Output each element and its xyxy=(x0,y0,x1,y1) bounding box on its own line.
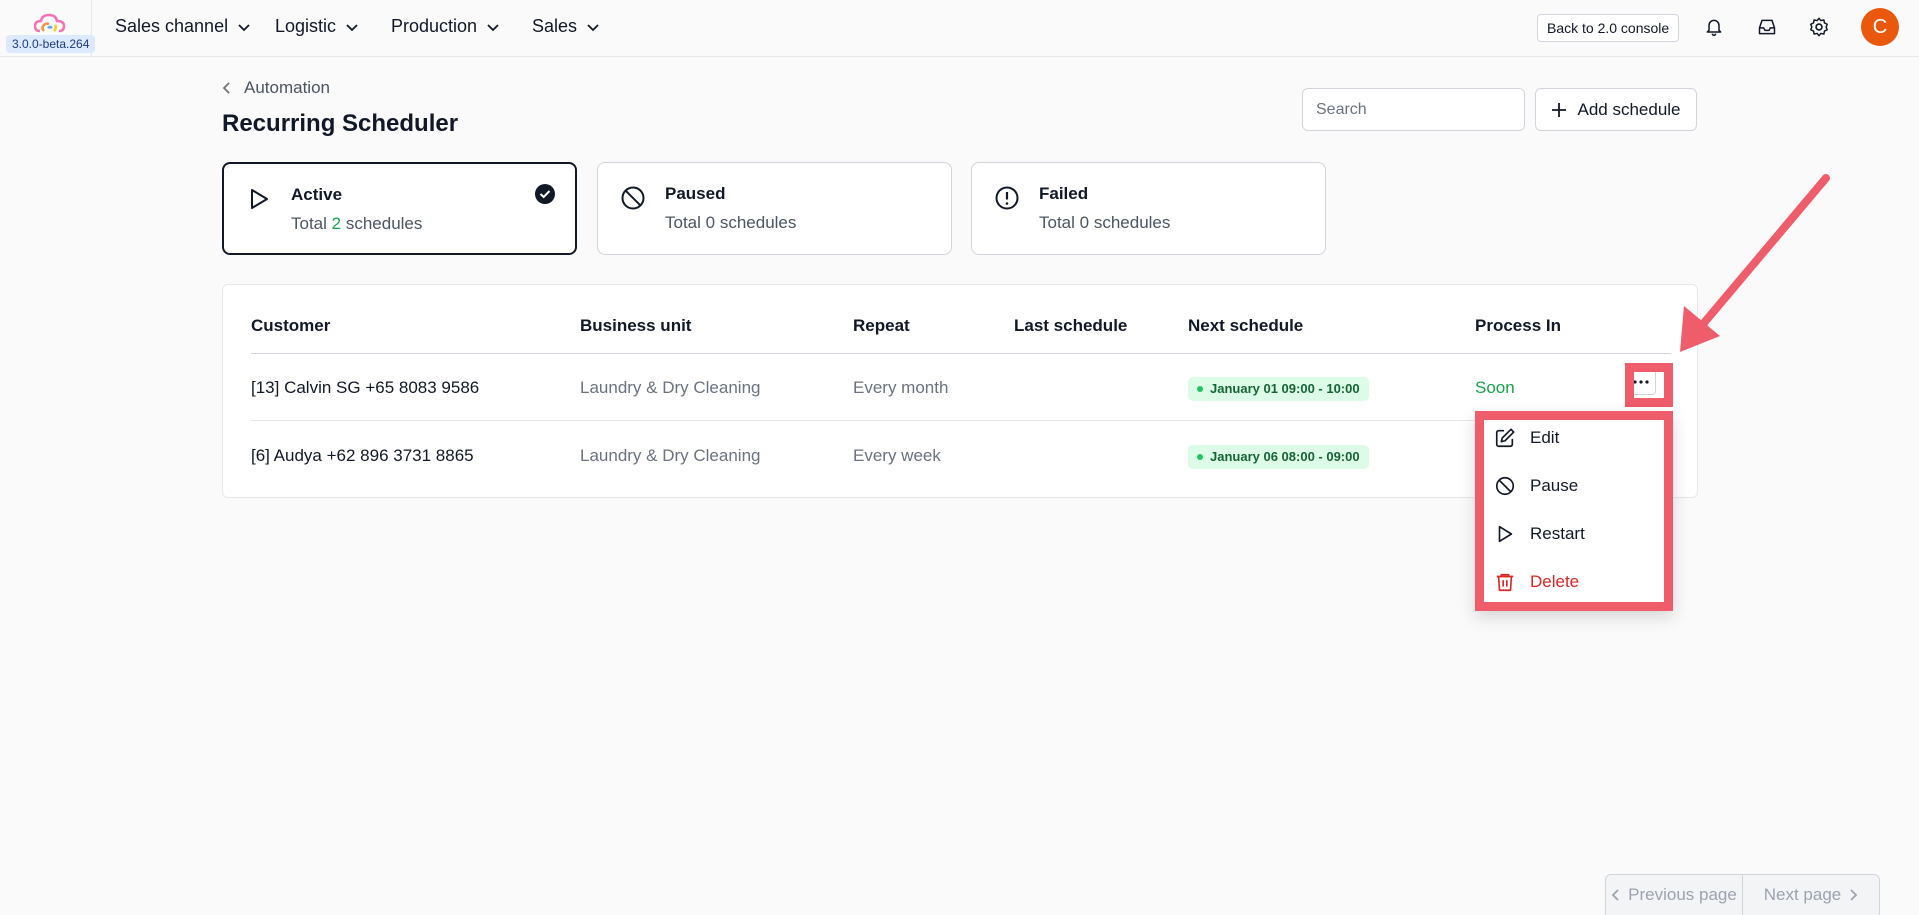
user-avatar[interactable]: C xyxy=(1861,8,1899,46)
back-to-console-button[interactable]: Back to 2.0 console xyxy=(1537,14,1680,42)
nav-menu-production[interactable]: Production xyxy=(391,16,501,37)
chevron-down-icon xyxy=(238,23,250,31)
menu-item-restart[interactable]: Restart xyxy=(1494,523,1585,545)
status-card-title: Active xyxy=(291,185,343,204)
play-icon xyxy=(1498,525,1513,543)
next-schedule-badge: January 01 09:00 - 10:00 xyxy=(1188,377,1369,401)
schedule-count: 0 xyxy=(1079,213,1090,232)
page-title: Recurring Scheduler xyxy=(222,110,459,137)
play-icon xyxy=(251,189,268,209)
table-cell-business-unit: Laundry & Dry Cleaning xyxy=(580,378,761,397)
status-card-title: Paused xyxy=(665,184,726,203)
chevron-left-icon xyxy=(1611,889,1619,901)
column-header-repeat[interactable]: Repeat xyxy=(853,316,910,336)
table-cell-customer[interactable]: [13] Calvin SG +65 8083 9586 xyxy=(251,378,479,398)
previous-page-label: Previous page xyxy=(1628,885,1737,904)
status-card-failed[interactable]: Failed Total 0 schedules xyxy=(971,162,1326,255)
row-actions-menu: Edit Pause Restart Delete xyxy=(1475,411,1673,611)
edit-icon xyxy=(1495,428,1515,448)
bell-icon xyxy=(1706,19,1722,37)
nav-menu-label: Production xyxy=(391,16,478,36)
top-navigation: 3.0.0-beta.264 Sales channel Logistic Pr… xyxy=(0,0,1919,57)
previous-page-button[interactable]: Previous page xyxy=(1606,875,1742,915)
highlight-frame-actions xyxy=(1625,363,1673,407)
status-card-title: Failed xyxy=(1039,184,1089,203)
menu-item-pause[interactable]: Pause xyxy=(1494,475,1578,497)
column-header-business-unit[interactable]: Business unit xyxy=(580,316,691,336)
status-card-count: Total 0 schedules xyxy=(1039,213,1171,232)
breadcrumb[interactable]: Automation xyxy=(222,78,330,98)
nav-menu-logistic[interactable]: Logistic xyxy=(275,16,360,37)
menu-item-edit[interactable]: Edit xyxy=(1494,427,1559,449)
status-card-count: Total 2 schedules xyxy=(291,214,423,233)
trash-icon xyxy=(1496,573,1514,592)
notifications-button[interactable] xyxy=(1702,15,1726,39)
nav-menu-sales-channel[interactable]: Sales channel xyxy=(115,16,252,37)
ban-icon xyxy=(1495,476,1515,496)
chevron-down-icon xyxy=(587,23,599,31)
table-cell-repeat: Every month xyxy=(853,378,949,397)
table-cell-repeat: Every week xyxy=(853,446,941,465)
column-header-last-schedule[interactable]: Last schedule xyxy=(1014,316,1127,336)
app-logo[interactable]: 3.0.0-beta.264 xyxy=(6,8,96,53)
search-input[interactable] xyxy=(1302,88,1525,131)
menu-item-label: Delete xyxy=(1530,572,1580,591)
nav-menu-label: Sales xyxy=(532,16,578,36)
cloud-logo-icon xyxy=(34,13,66,33)
table-header-divider xyxy=(251,353,1671,354)
menu-item-label: Pause xyxy=(1530,476,1579,495)
menu-item-delete[interactable]: Delete xyxy=(1494,571,1579,593)
nav-menu-label: Sales channel xyxy=(115,16,229,36)
add-schedule-button[interactable]: Add schedule xyxy=(1535,88,1697,131)
settings-button[interactable] xyxy=(1807,15,1831,39)
schedule-count: 2 xyxy=(331,214,342,233)
plus-icon xyxy=(1552,102,1567,117)
chevron-left-icon xyxy=(222,82,230,94)
inbox-icon xyxy=(1758,19,1776,35)
nav-divider xyxy=(91,0,92,57)
alert-circle-icon xyxy=(995,186,1019,210)
chevron-down-icon xyxy=(346,23,358,31)
breadcrumb-label: Automation xyxy=(244,78,330,97)
pagination: Previous page Next page xyxy=(1605,874,1880,915)
annotation-arrow-icon xyxy=(1680,174,1830,352)
column-header-customer[interactable]: Customer xyxy=(251,316,330,336)
check-circle-icon xyxy=(535,184,555,204)
chevron-right-icon xyxy=(1850,889,1858,901)
add-schedule-label: Add schedule xyxy=(1577,99,1681,119)
next-schedule-badge: January 06 08:00 - 09:00 xyxy=(1188,445,1369,469)
schedule-count: 0 xyxy=(705,213,716,232)
status-card-active[interactable]: Active Total 2 schedules xyxy=(222,162,577,255)
next-page-button[interactable]: Next page xyxy=(1742,875,1879,915)
menu-item-label: Restart xyxy=(1530,524,1585,543)
menu-item-label: Edit xyxy=(1530,428,1560,447)
table-row-divider xyxy=(251,420,1671,421)
inbox-button[interactable] xyxy=(1755,15,1779,39)
nav-menu-label: Logistic xyxy=(275,16,337,36)
status-card-paused[interactable]: Paused Total 0 schedules xyxy=(597,162,952,255)
gear-icon xyxy=(1810,17,1828,37)
status-card-count: Total 0 schedules xyxy=(665,213,797,232)
column-header-process-in[interactable]: Process In xyxy=(1475,316,1561,336)
ban-icon xyxy=(621,186,645,210)
table-cell-business-unit: Laundry & Dry Cleaning xyxy=(580,446,761,465)
process-in-status: Soon xyxy=(1475,378,1515,397)
next-page-label: Next page xyxy=(1763,885,1842,904)
nav-menu-sales[interactable]: Sales xyxy=(532,16,601,37)
chevron-down-icon xyxy=(487,23,499,31)
table-cell-customer[interactable]: [6] Audya +62 896 3731 8865 xyxy=(251,446,474,466)
column-header-next-schedule[interactable]: Next schedule xyxy=(1188,316,1303,336)
version-badge: 3.0.0-beta.264 xyxy=(6,35,96,53)
